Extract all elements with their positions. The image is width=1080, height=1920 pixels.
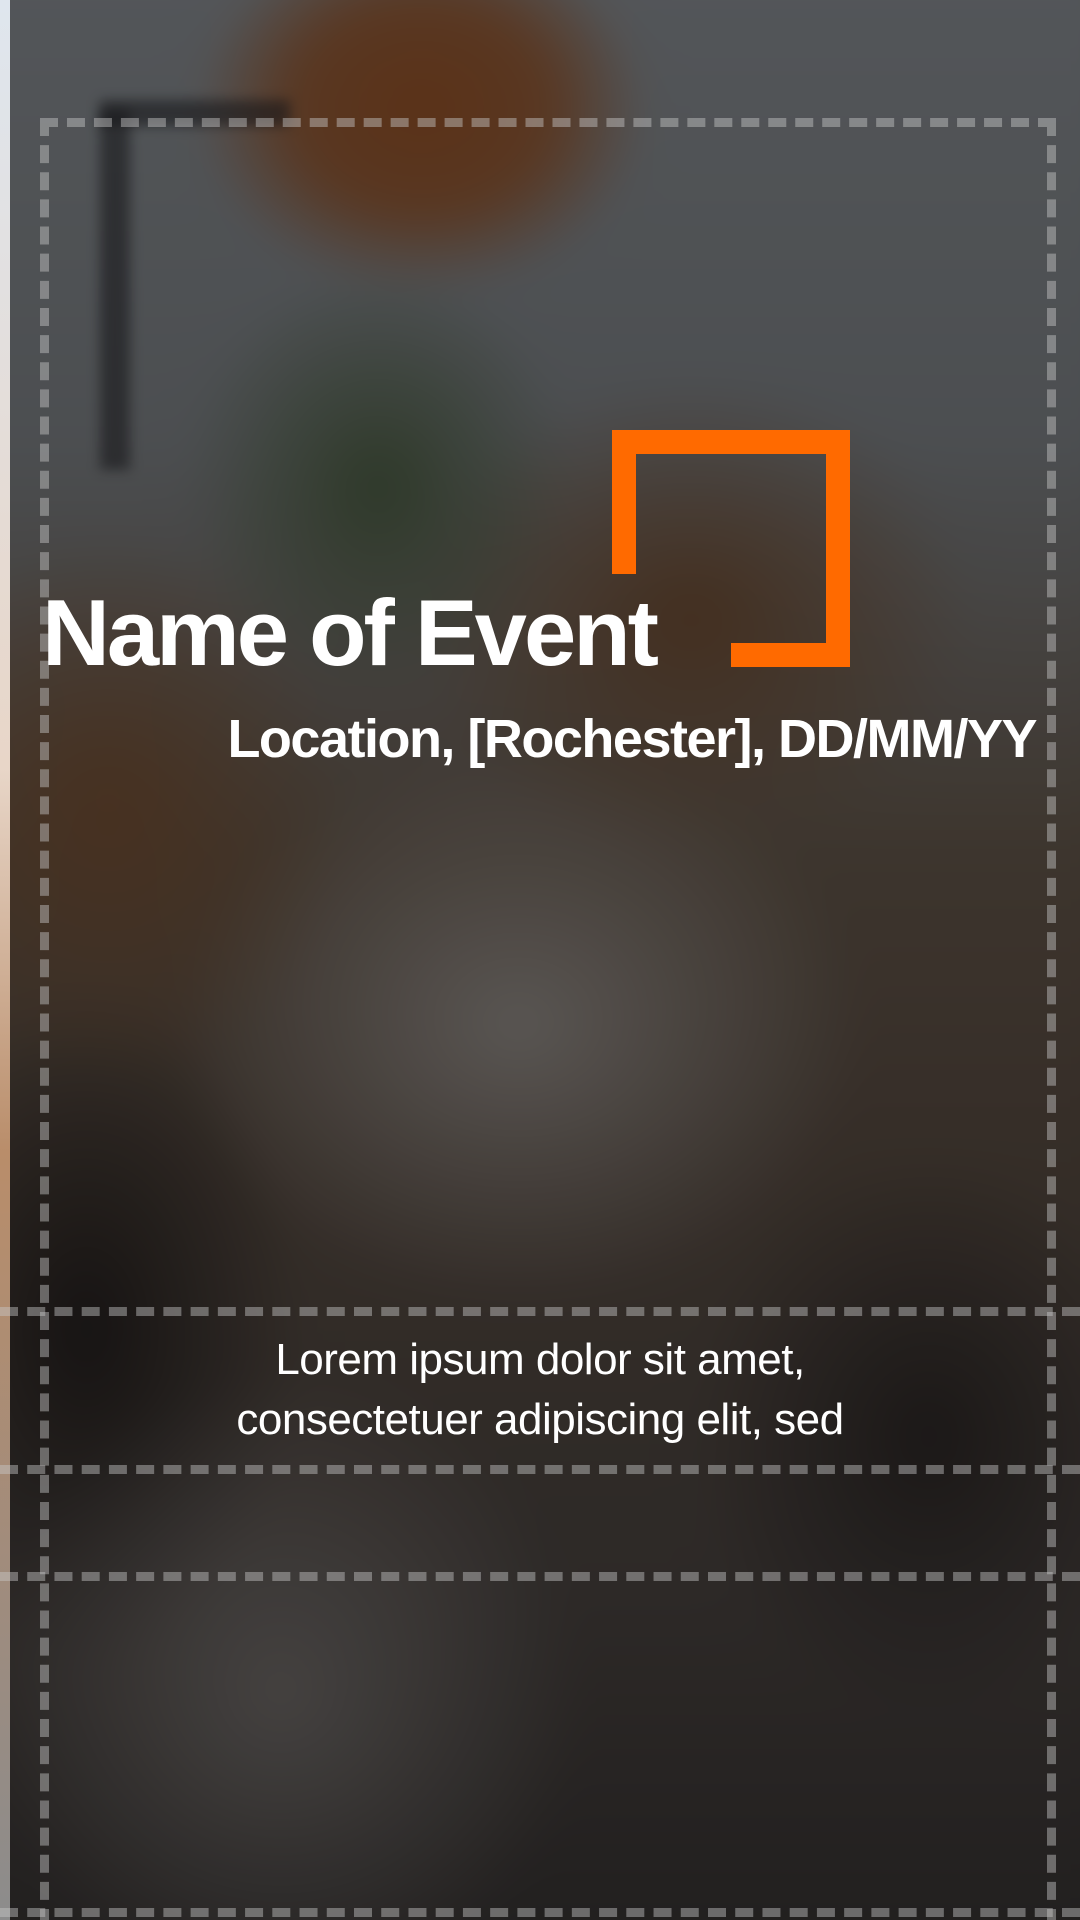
guide-line bbox=[0, 1465, 1080, 1474]
bracket-top-bar bbox=[612, 430, 850, 454]
bracket-left-bar bbox=[612, 430, 636, 574]
body-text: Lorem ipsum dolor sit amet, consectetuer… bbox=[0, 1330, 1080, 1450]
guide-line bbox=[0, 1307, 1080, 1316]
left-edge-strip bbox=[0, 0, 10, 1920]
event-story-canvas: Name of Event Location, [Rochester], DD/… bbox=[0, 0, 1080, 1920]
event-location-date: Location, [Rochester], DD/MM/YY bbox=[227, 709, 1037, 769]
event-title: Name of Event bbox=[42, 580, 659, 685]
guide-line bbox=[0, 1908, 1080, 1917]
body-text-line-2: consectetuer adipiscing elit, sed bbox=[236, 1395, 844, 1444]
bracket-right-bar bbox=[826, 430, 850, 667]
body-text-line-1: Lorem ipsum dolor sit amet, bbox=[275, 1335, 805, 1384]
guide-line bbox=[0, 1572, 1080, 1581]
safe-area-guide bbox=[40, 118, 1056, 1920]
bracket-bottom-bar bbox=[731, 643, 850, 667]
